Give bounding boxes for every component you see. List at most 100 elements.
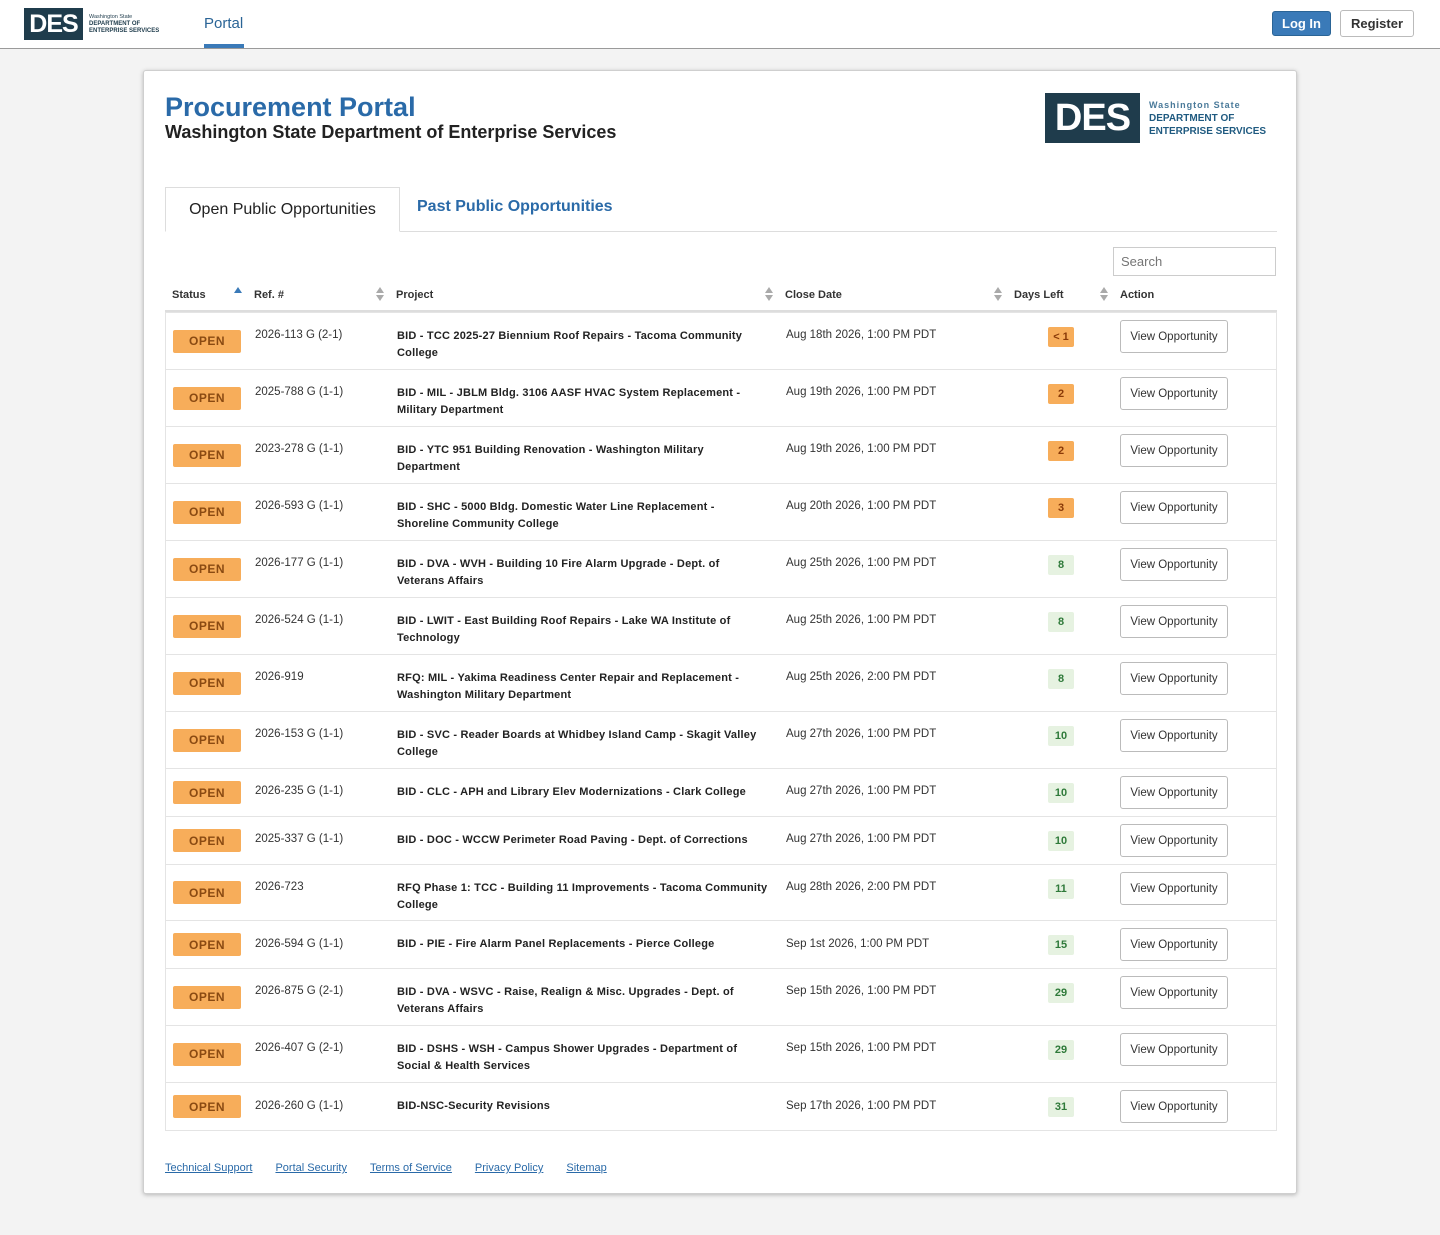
page-title: Procurement Portal <box>165 92 416 122</box>
view-opportunity-button[interactable]: View Opportunity <box>1120 1090 1228 1123</box>
view-opportunity-button[interactable]: View Opportunity <box>1120 434 1228 467</box>
column-header-project[interactable]: Project <box>396 289 433 301</box>
close-date: Aug 19th 2026, 1:00 PM PDT <box>786 386 937 398</box>
days-left-badge: 29 <box>1048 1040 1074 1060</box>
footer-link[interactable]: Terms of Service <box>370 1162 452 1174</box>
view-opportunity-button[interactable]: View Opportunity <box>1120 928 1228 961</box>
ref-number: 2026-113 G (2-1) <box>255 329 343 341</box>
sort-icon[interactable] <box>994 287 1002 302</box>
days-left-badge: 2 <box>1048 384 1074 404</box>
days-left-badge: 29 <box>1048 983 1074 1003</box>
des-logo-large: DES Washington State DEPARTMENT OF ENTER… <box>1045 93 1266 143</box>
view-opportunity-button[interactable]: View Opportunity <box>1120 776 1228 809</box>
table-row: OPEN 2026-260 G (1-1) BID-NSC-Security R… <box>166 1082 1276 1130</box>
footer-link[interactable]: Privacy Policy <box>475 1162 543 1174</box>
table-row: OPEN 2026-407 G (2-1) BID - DSHS - WSH -… <box>166 1025 1276 1082</box>
ref-number: 2026-723 <box>255 881 304 893</box>
close-date: Aug 27th 2026, 1:00 PM PDT <box>786 833 937 845</box>
sort-icon[interactable] <box>765 287 773 302</box>
table-row: OPEN 2026-113 G (2-1) BID - TCC 2025-27 … <box>166 312 1276 369</box>
ref-number: 2026-919 <box>255 671 304 683</box>
project-name: BID - DVA - WSVC - Raise, Realign & Misc… <box>397 986 734 1015</box>
ref-number: 2025-337 G (1-1) <box>255 833 344 845</box>
status-badge: OPEN <box>173 781 241 804</box>
view-opportunity-button[interactable]: View Opportunity <box>1120 377 1228 410</box>
status-badge: OPEN <box>173 1042 241 1066</box>
close-date: Aug 27th 2026, 1:00 PM PDT <box>786 728 937 740</box>
logo-large-line-1: Washington State <box>1149 99 1241 110</box>
view-opportunity-button[interactable]: View Opportunity <box>1120 1033 1228 1066</box>
ref-number: 2026-593 G (1-1) <box>255 500 344 512</box>
tab-open-opportunities[interactable]: Open Public Opportunities <box>165 187 400 232</box>
register-button[interactable]: Register <box>1340 10 1414 37</box>
ref-number: 2023-278 G (1-1) <box>255 443 344 455</box>
table-row: OPEN 2023-278 G (1-1) BID - YTC 951 Buil… <box>166 426 1276 483</box>
close-date: Sep 17th 2026, 1:00 PM PDT <box>786 1100 937 1112</box>
view-opportunity-button[interactable]: View Opportunity <box>1120 824 1228 857</box>
days-left-badge: 10 <box>1048 783 1074 803</box>
footer-link[interactable]: Sitemap <box>566 1162 606 1174</box>
close-date: Aug 19th 2026, 1:00 PM PDT <box>786 443 937 455</box>
sort-icon[interactable] <box>1100 287 1108 302</box>
logo-mark-large: DES <box>1045 93 1140 143</box>
search-input[interactable] <box>1113 247 1276 276</box>
column-header-days-left[interactable]: Days Left <box>1014 289 1064 301</box>
project-name: BID - CLC - APH and Library Elev Moderni… <box>397 786 746 798</box>
table-row: OPEN 2025-337 G (1-1) BID - DOC - WCCW P… <box>166 816 1276 864</box>
close-date: Aug 18th 2026, 1:00 PM PDT <box>786 329 937 341</box>
close-date: Aug 25th 2026, 1:00 PM PDT <box>786 557 937 569</box>
sort-asc-icon[interactable] <box>234 287 242 302</box>
days-left-badge: 15 <box>1048 935 1074 955</box>
logo-large-line-3: ENTERPRISE SERVICES <box>1149 125 1267 137</box>
status-badge: OPEN <box>173 1095 241 1118</box>
table-row: OPEN 2026-593 G (1-1) BID - SHC - 5000 B… <box>166 483 1276 540</box>
days-left-badge: 8 <box>1048 669 1074 689</box>
main-card: Procurement Portal Washington State Depa… <box>143 70 1297 1194</box>
view-opportunity-button[interactable]: View Opportunity <box>1120 662 1228 695</box>
close-date: Aug 28th 2026, 2:00 PM PDT <box>786 881 937 893</box>
table-row: OPEN 2026-723 RFQ Phase 1: TCC - Buildin… <box>166 864 1276 920</box>
column-header-ref[interactable]: Ref. # <box>254 289 284 301</box>
days-left-badge: 3 <box>1048 498 1074 518</box>
column-header-status[interactable]: Status <box>172 289 206 301</box>
view-opportunity-button[interactable]: View Opportunity <box>1120 976 1228 1009</box>
des-logo[interactable]: DES Washington State DEPARTMENT OF ENTER… <box>24 8 159 40</box>
top-navbar: DES Washington State DEPARTMENT OF ENTER… <box>0 0 1440 49</box>
view-opportunity-button[interactable]: View Opportunity <box>1120 719 1228 752</box>
footer-link[interactable]: Portal Security <box>275 1162 347 1174</box>
logo-large-line-2: DEPARTMENT OF <box>1149 112 1235 124</box>
ref-number: 2025-788 G (1-1) <box>255 386 344 398</box>
days-left-badge: 2 <box>1048 441 1074 461</box>
view-opportunity-button[interactable]: View Opportunity <box>1120 605 1228 638</box>
nav-tab-portal[interactable]: Portal <box>204 15 243 32</box>
view-opportunity-button[interactable]: View Opportunity <box>1120 548 1228 581</box>
days-left-badge: 11 <box>1048 879 1074 899</box>
status-badge: OPEN <box>173 329 241 353</box>
table-row: OPEN 2026-153 G (1-1) BID - SVC - Reader… <box>166 711 1276 768</box>
ref-number: 2026-260 G (1-1) <box>255 1100 344 1112</box>
project-name: BID - SVC - Reader Boards at Whidbey Isl… <box>397 729 757 758</box>
view-opportunity-button[interactable]: View Opportunity <box>1120 872 1228 905</box>
project-name: BID - DOC - WCCW Perimeter Road Paving -… <box>397 834 748 846</box>
tab-past-opportunities[interactable]: Past Public Opportunities <box>417 198 613 216</box>
logo-line-1: Washington State <box>89 13 133 20</box>
footer-link[interactable]: Technical Support <box>165 1162 252 1174</box>
status-badge: OPEN <box>173 386 241 410</box>
table-row: OPEN 2026-524 G (1-1) BID - LWIT - East … <box>166 597 1276 654</box>
days-left-badge: 10 <box>1048 726 1074 746</box>
column-header-close-date[interactable]: Close Date <box>785 289 842 301</box>
sort-icon[interactable] <box>376 287 384 302</box>
ref-number: 2026-177 G (1-1) <box>255 557 344 569</box>
view-opportunity-button[interactable]: View Opportunity <box>1120 491 1228 524</box>
view-opportunity-button[interactable]: View Opportunity <box>1120 320 1228 353</box>
project-name: BID - TCC 2025-27 Biennium Roof Repairs … <box>397 330 743 359</box>
login-button[interactable]: Log In <box>1272 11 1331 36</box>
status-badge: OPEN <box>173 614 241 638</box>
ref-number: 2026-875 G (2-1) <box>255 985 344 997</box>
project-name: RFQ Phase 1: TCC - Building 11 Improveme… <box>397 882 768 911</box>
days-left-badge: 31 <box>1048 1097 1074 1117</box>
nav-tab-active-indicator <box>204 44 244 48</box>
ref-number: 2026-235 G (1-1) <box>255 785 344 797</box>
status-badge: OPEN <box>173 985 241 1009</box>
project-name: BID - LWIT - East Building Roof Repairs … <box>397 615 731 644</box>
